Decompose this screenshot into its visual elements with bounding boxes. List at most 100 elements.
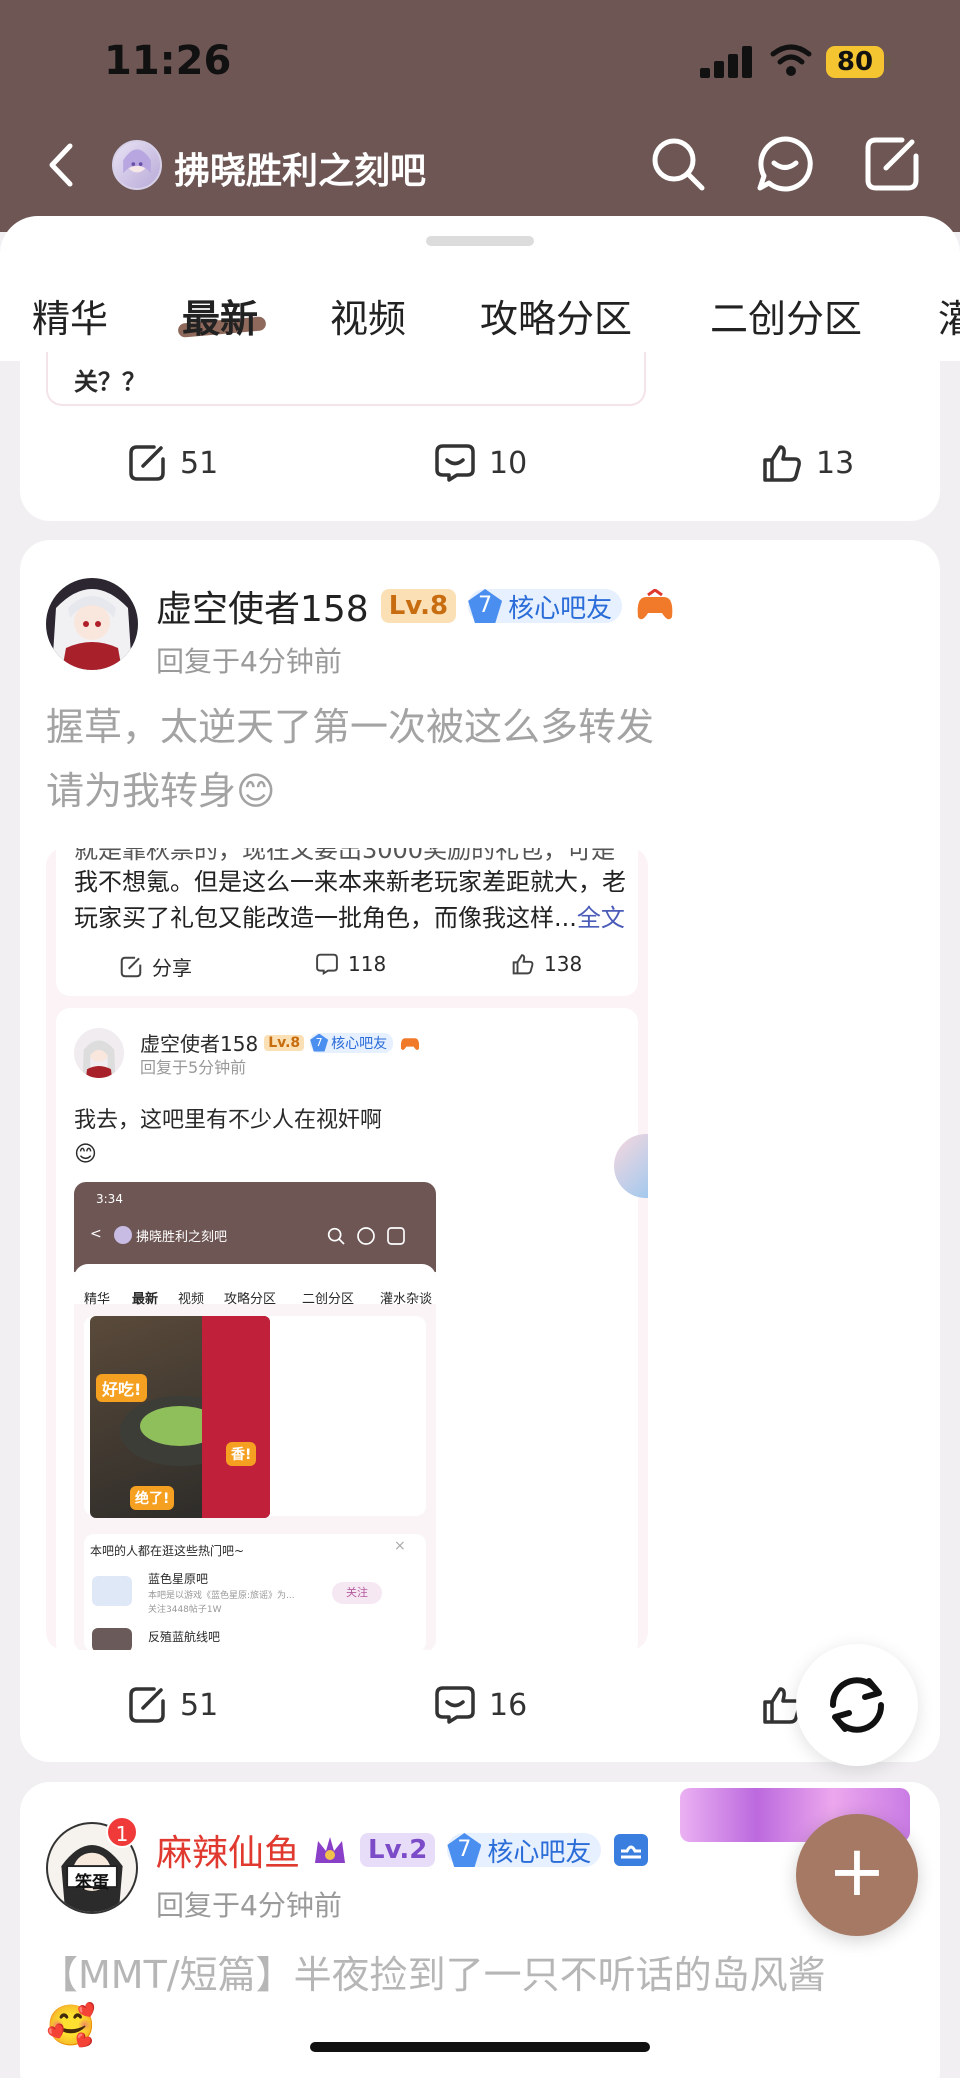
share-button[interactable]: 51 — [128, 444, 218, 482]
comment-icon — [435, 1686, 475, 1724]
ss-like-count: 138 — [544, 952, 583, 976]
tab-video[interactable]: 视频 — [330, 288, 406, 343]
ss-comment-count: 118 — [348, 952, 387, 976]
nested-sticker-3: 绝了! — [130, 1486, 175, 1510]
comment-button[interactable]: 16 — [435, 1686, 527, 1724]
tab-water[interactable]: 灌 — [938, 288, 960, 343]
nested-sticker-1: 好吃! — [96, 1374, 148, 1402]
thumbs-up-icon — [763, 445, 801, 482]
search-icon[interactable] — [648, 134, 708, 194]
nested-hot2-name: 反殖蓝航线吧 — [148, 1630, 221, 1644]
share-count: 51 — [180, 1687, 219, 1723]
member-badge-label: 核心吧友 — [487, 1837, 592, 1868]
top-header — [0, 0, 960, 232]
ss-share-label: 分享 — [152, 956, 192, 980]
comment-count: 16 — [489, 1687, 528, 1723]
ss-share-icon — [120, 956, 142, 977]
nested-title: 拂晓胜利之刻吧 — [136, 1230, 228, 1245]
nested-tab-1: 精华 — [84, 1292, 111, 1307]
forum-title[interactable]: 拂晓胜利之刻吧 — [174, 142, 426, 194]
nested-close-icon: × — [394, 1538, 406, 1554]
nested-tab-4: 攻略分区 — [224, 1292, 277, 1307]
post-line-1: 握草，太逆天了第一次被这么多转发 — [46, 705, 655, 749]
notification-badge: 1 — [106, 1816, 138, 1848]
compose-icon[interactable] — [862, 134, 922, 194]
post-emoji: 🥰 — [46, 2003, 96, 2049]
nested-hot1-stats: 关注3448帖子1W — [148, 1605, 222, 1615]
ss-share: 分享 — [120, 952, 192, 981]
refresh-icon — [829, 1677, 885, 1733]
tab-latest[interactable]: 最新 — [182, 288, 258, 343]
ss-likes: 138 — [512, 952, 582, 976]
gem-icon: 7 — [447, 1833, 482, 1867]
reply-time: 回复于4分钟前 — [156, 1889, 342, 1922]
share-icon — [129, 1687, 165, 1723]
gem-icon: 7 — [468, 589, 503, 623]
post-screenshot[interactable]: 就是靠秋票的，现在又要出3000奖励的礼包，可是 我不想氪。但是这么一来本来新老… — [46, 848, 648, 1650]
new-post-fab[interactable]: + — [796, 1814, 918, 1936]
quote-text: 关？？ — [74, 368, 146, 396]
quote-preview[interactable]: 关？？ — [46, 352, 646, 406]
ss-reply-time: 回复于5分钟前 — [140, 1058, 247, 1077]
ss-thumbs-up-icon — [512, 954, 534, 975]
member-badge: 7 核心吧友 — [468, 589, 623, 624]
status-time: 11:26 — [104, 38, 232, 84]
nested-hot-title: 本吧的人都在逛这些热门吧~ — [90, 1544, 245, 1558]
username-row: 麻辣仙鱼 Lv.2 7 核心吧友 — [156, 1824, 649, 1876]
wifi-icon — [770, 44, 812, 76]
home-indicator[interactable] — [310, 2042, 650, 2052]
level-badge: Lv.2 — [360, 1833, 436, 1867]
ss-text-2: 我不想氪。但是这么一来本来新老玩家差距就大，老 — [74, 868, 626, 896]
nested-search-icon — [327, 1227, 345, 1245]
nested-tab-3: 视频 — [178, 1292, 205, 1307]
username[interactable]: 麻辣仙鱼 — [156, 1824, 300, 1876]
user-avatar[interactable] — [46, 578, 138, 670]
nested-tab-2: 最新 — [132, 1292, 159, 1307]
nested-sticker-2: 香! — [226, 1442, 257, 1466]
share-icon — [129, 445, 165, 481]
tab-jinghua[interactable]: 精华 — [32, 288, 108, 343]
crown-icon — [315, 1837, 346, 1863]
member-badge-label: 核心吧友 — [508, 593, 613, 624]
drag-handle[interactable] — [426, 236, 534, 246]
reply-time: 回复于4分钟前 — [156, 645, 342, 678]
post-title: 【MMT/短篇】半夜捡到了一只不听话的岛风酱 — [40, 1953, 826, 1997]
avatar-caption: 笨蛋 — [75, 1873, 109, 1893]
forum-avatar[interactable] — [112, 140, 162, 190]
tab-guide[interactable]: 攻略分区 — [480, 288, 632, 343]
ss-member-badge: 7 核心吧友 — [310, 1032, 394, 1053]
battery-tip — [886, 56, 891, 68]
back-arrow-icon[interactable] — [44, 140, 80, 190]
message-icon[interactable] — [755, 134, 815, 194]
ss-game-badge-icon — [401, 1037, 420, 1050]
like-button[interactable]: 13 — [762, 444, 854, 482]
game-badge-icon — [637, 589, 673, 620]
ss-gem-icon: 7 — [310, 1033, 329, 1052]
tab-bar: 精华 最新 视频 攻略分区 二创分区 灌 — [0, 284, 960, 344]
ss-text-3: 玩家买了礼包又能改造一批角色，而像我这样... — [74, 904, 577, 932]
libra-icon — [614, 1834, 649, 1866]
ss-comments: 118 — [316, 952, 386, 976]
ss-username: 虚空使者158 — [140, 1032, 259, 1056]
ss-user-avatar — [74, 1028, 124, 1078]
ss-comment-icon — [316, 953, 338, 975]
plus-icon: + — [827, 1830, 887, 1912]
nested-hot1-desc: 本吧是以游戏《蓝色星原:旅谣》为... — [148, 1591, 295, 1601]
comment-icon — [435, 444, 475, 482]
nested-hot1-name: 蓝色星原吧 — [148, 1572, 209, 1586]
username[interactable]: 虚空使者158 — [156, 580, 369, 632]
cellular-signal-icon — [700, 46, 752, 78]
nested-compose-icon — [387, 1227, 405, 1245]
comment-button[interactable]: 10 — [435, 444, 527, 482]
nested-follow-button: 关注 — [332, 1582, 382, 1604]
share-button[interactable]: 51 — [128, 1686, 218, 1724]
ss-more-link[interactable]: 全文 — [577, 904, 625, 932]
tab-fanart[interactable]: 二创分区 — [710, 288, 862, 343]
nested-hot2-avatar — [92, 1628, 132, 1650]
nested-hot1-avatar — [92, 1576, 132, 1606]
share-count: 51 — [180, 445, 219, 481]
nested-screenshot: 3:34 < 拂晓胜利之刻吧 精华 最新 视频 攻略分区 二创分区 灌水杂谈 好… — [74, 1182, 436, 1650]
refresh-button[interactable] — [796, 1644, 918, 1766]
member-badge: 7 核心吧友 — [447, 1833, 602, 1868]
nested-tab-5: 二创分区 — [302, 1292, 355, 1307]
